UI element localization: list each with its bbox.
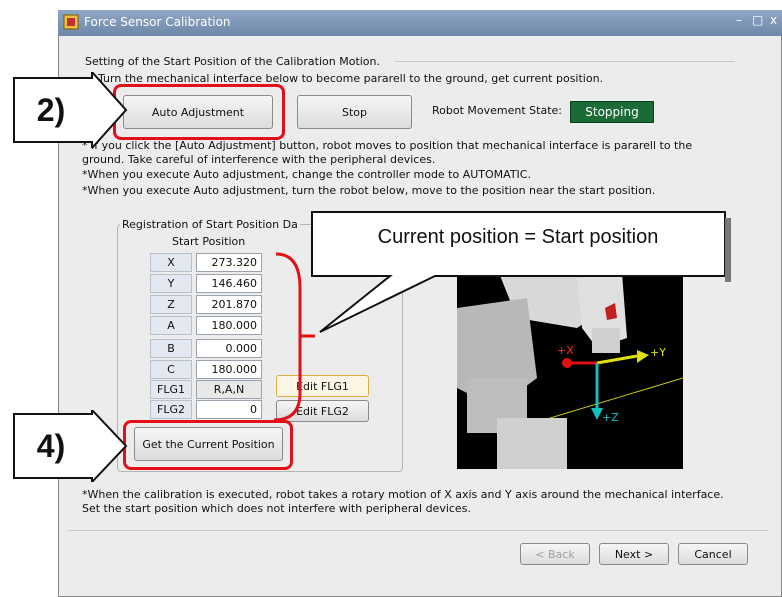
axis-x-label: +X: [557, 344, 574, 357]
step4-label: 4): [36, 427, 66, 464]
row-label-flg2: FLG2: [150, 400, 192, 419]
footer-divider: [68, 530, 768, 531]
note-rotary: *When the calibration is executed, robot…: [82, 488, 724, 501]
state-label: Robot Movement State:: [432, 104, 562, 117]
note-mode: *When you execute Auto adjustment, chang…: [82, 168, 531, 181]
row-label-y: Y: [150, 274, 192, 293]
state-indicator: Stopping: [570, 101, 654, 123]
section-title: Setting of the Start Position of the Cal…: [85, 55, 381, 68]
row-label-x: X: [150, 253, 192, 272]
value-y[interactable]: 146.460: [196, 274, 262, 293]
window-title: Force Sensor Calibration: [84, 15, 231, 29]
row-label-a: A: [150, 316, 192, 335]
back-button[interactable]: < Back: [520, 543, 590, 565]
value-flg2[interactable]: 0: [196, 400, 262, 419]
value-x[interactable]: 273.320: [196, 253, 262, 272]
step2-label: 2): [36, 91, 66, 128]
note-auto-adjust-2: ground. Take careful of interference wit…: [82, 153, 436, 166]
note-auto-adjust-1: * If you click the [Auto Adjustment] but…: [82, 139, 693, 152]
maximize-icon[interactable]: □: [752, 13, 763, 27]
next-button[interactable]: Next >: [599, 543, 669, 565]
callout-text: Current position = Start position: [377, 226, 659, 248]
note-turn-robot: *When you execute Auto adjustment, turn …: [82, 184, 656, 197]
note-start-position: Set the start position which does not in…: [82, 502, 471, 515]
row-label-flg1: FLG1: [150, 380, 192, 399]
row-label-z: Z: [150, 295, 192, 314]
row-label-c: C: [150, 360, 192, 379]
row-label-b: B: [150, 339, 192, 358]
value-c[interactable]: 180.000: [196, 360, 262, 379]
cancel-button[interactable]: Cancel: [678, 543, 748, 565]
value-z[interactable]: 201.870: [196, 295, 262, 314]
section-divider: [395, 61, 735, 62]
value-flg1: R,A,N: [196, 380, 262, 399]
axis-z-label: +Z: [602, 411, 619, 424]
start-position-heading: Start Position: [172, 235, 246, 248]
value-a[interactable]: 180.000: [196, 316, 262, 335]
axis-y-label: +Y: [650, 346, 666, 359]
app-icon: [63, 14, 79, 30]
stop-button[interactable]: Stop: [297, 95, 412, 129]
registration-title: Registration of Start Position Da: [120, 218, 300, 231]
value-b[interactable]: 0.000: [196, 339, 262, 358]
highlight-step2: [113, 84, 285, 140]
close-icon[interactable]: x: [770, 13, 777, 27]
minimize-icon[interactable]: –: [736, 13, 742, 27]
